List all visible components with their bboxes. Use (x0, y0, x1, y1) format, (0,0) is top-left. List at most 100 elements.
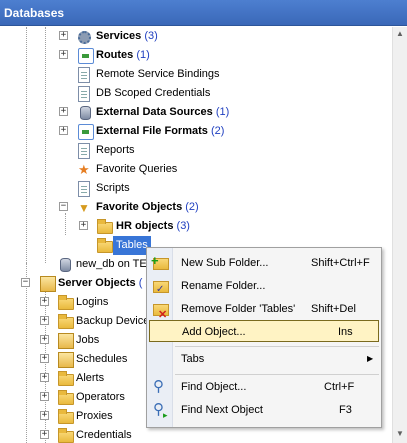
node-label: External File Formats (2) (96, 125, 225, 137)
folder-icon (97, 219, 113, 234)
favorites-icon: ▼ (78, 201, 90, 215)
menu-item-remove-folder[interactable]: Remove Folder 'Tables' Shift+Del (149, 298, 379, 326)
tree-node-reports[interactable]: Reports (0, 141, 392, 160)
node-label: Backup Device (76, 315, 150, 327)
backup-device-icon (58, 314, 74, 329)
menu-item-shortcut: Shift+Ctrl+F (311, 257, 370, 269)
menu-separator (175, 374, 379, 375)
node-label: Routes (1) (96, 49, 150, 61)
menu-item-label: Rename Folder... (181, 280, 266, 292)
server-icon (40, 276, 56, 292)
tree-node-routes[interactable]: + Routes (1) (0, 46, 392, 65)
tree-node-external-file-formats[interactable]: + External File Formats (2) (0, 122, 392, 141)
menu-item-shortcut: Shift+Del (311, 303, 356, 315)
menu-item-shortcut: Ctrl+F (324, 381, 355, 393)
tree-node-credentials[interactable]: + Credentials (0, 426, 392, 443)
database-icon (60, 258, 71, 272)
schedules-icon (58, 352, 74, 368)
remove-folder-icon (153, 304, 169, 326)
expand-icon[interactable]: + (40, 335, 49, 344)
node-label: Remote Service Bindings (96, 68, 220, 80)
node-label: Scripts (96, 182, 130, 194)
node-label: Reports (96, 144, 135, 156)
expand-icon[interactable]: + (40, 373, 49, 382)
star-icon: ★ (78, 162, 90, 177)
credentials-icon (78, 86, 90, 102)
tree-node-scripts[interactable]: Scripts (0, 179, 392, 198)
menu-item-shortcut: Ins (338, 326, 353, 338)
menu-item-new-sub-folder[interactable]: New Sub Folder... Shift+Ctrl+F (149, 250, 379, 274)
proxies-icon (58, 409, 74, 424)
expand-icon[interactable]: + (40, 392, 49, 401)
menu-item-find-object[interactable]: ⚲ Find Object... Ctrl+F (149, 376, 379, 398)
expand-icon[interactable]: + (59, 31, 68, 40)
panel-title: Databases (0, 0, 407, 26)
node-label: External Data Sources (1) (96, 106, 230, 118)
expand-icon[interactable]: + (59, 107, 68, 116)
menu-item-label: Tabs (181, 353, 205, 365)
node-label: Jobs (76, 334, 100, 346)
node-label: Proxies (76, 410, 113, 422)
services-icon (78, 31, 91, 44)
expand-icon[interactable]: + (40, 354, 49, 363)
reports-icon (78, 143, 90, 159)
search-icon: ⚲ (153, 378, 164, 395)
node-label: Favorite Objects (2) (96, 201, 199, 213)
expand-icon[interactable]: + (40, 411, 49, 420)
jobs-icon (58, 333, 74, 349)
tree-node-favorite-objects[interactable]: − ▼ Favorite Objects (2) (0, 198, 392, 217)
credentials-folder-icon (58, 428, 74, 443)
node-label: Credentials (76, 429, 132, 441)
find-next-icon: ⚲ (153, 402, 169, 424)
node-label: DB Scoped Credentials (96, 87, 211, 99)
expand-icon[interactable]: + (59, 50, 68, 59)
menu-item-tabs[interactable]: Tabs ▶ (149, 348, 379, 370)
data-source-icon (80, 106, 91, 120)
menu-item-shortcut: F3 (339, 404, 352, 416)
tree-node-services[interactable]: + Services (3) (0, 27, 392, 46)
menu-item-label: Add Object... (182, 326, 246, 338)
node-label: Schedules (76, 353, 128, 365)
vertical-scrollbar[interactable]: ▲ ▼ (392, 27, 407, 443)
menu-item-label: Find Next Object (181, 404, 263, 416)
tree-node-db-scoped-credentials[interactable]: DB Scoped Credentials (0, 84, 392, 103)
bindings-icon (78, 67, 90, 83)
expand-icon[interactable]: + (40, 316, 49, 325)
collapse-icon[interactable]: − (21, 278, 30, 287)
node-label: Server Objects ( (58, 277, 143, 289)
alerts-icon (58, 371, 74, 386)
menu-item-label: Remove Folder 'Tables' (181, 303, 296, 315)
scroll-down-icon[interactable]: ▼ (396, 429, 404, 438)
node-label: new_db on TE (76, 258, 147, 270)
tree-node-hr-objects[interactable]: + HR objects (3) (0, 217, 392, 236)
context-menu: New Sub Folder... Shift+Ctrl+F Rename Fo… (146, 247, 382, 428)
operators-icon (58, 390, 74, 405)
logins-icon (58, 295, 74, 310)
node-label: HR objects (3) (116, 220, 190, 232)
menu-item-label: Find Object... (181, 381, 247, 393)
collapse-icon[interactable]: − (59, 202, 68, 211)
menu-item-rename-folder[interactable]: Rename Folder... (149, 275, 379, 301)
submenu-arrow-icon: ▶ (367, 354, 374, 363)
tree-node-external-data-sources[interactable]: + External Data Sources (1) (0, 103, 392, 122)
tree-node-remote-service-bindings[interactable]: Remote Service Bindings (0, 65, 392, 84)
expand-icon[interactable]: + (79, 221, 88, 230)
routes-icon (78, 48, 94, 64)
script-icon (78, 181, 90, 197)
expand-icon[interactable]: + (40, 297, 49, 306)
menu-item-add-object[interactable]: Add Object... Ins (149, 320, 379, 342)
scroll-up-icon[interactable]: ▲ (396, 29, 404, 38)
node-label: Services (3) (96, 30, 158, 42)
rename-folder-icon (153, 279, 169, 301)
file-format-icon (78, 124, 94, 140)
node-label: Logins (76, 296, 109, 308)
node-label: Favorite Queries (96, 163, 178, 175)
menu-separator (175, 346, 379, 347)
tree-node-favorite-queries[interactable]: ★ Favorite Queries (0, 160, 392, 179)
expand-icon[interactable]: + (40, 430, 49, 439)
folder-icon (97, 238, 113, 253)
menu-item-find-next-object[interactable]: ⚲ Find Next Object F3 (149, 399, 379, 424)
expand-icon[interactable]: + (59, 126, 68, 135)
node-label: Operators (76, 391, 125, 403)
menu-item-label: New Sub Folder... (181, 257, 269, 269)
